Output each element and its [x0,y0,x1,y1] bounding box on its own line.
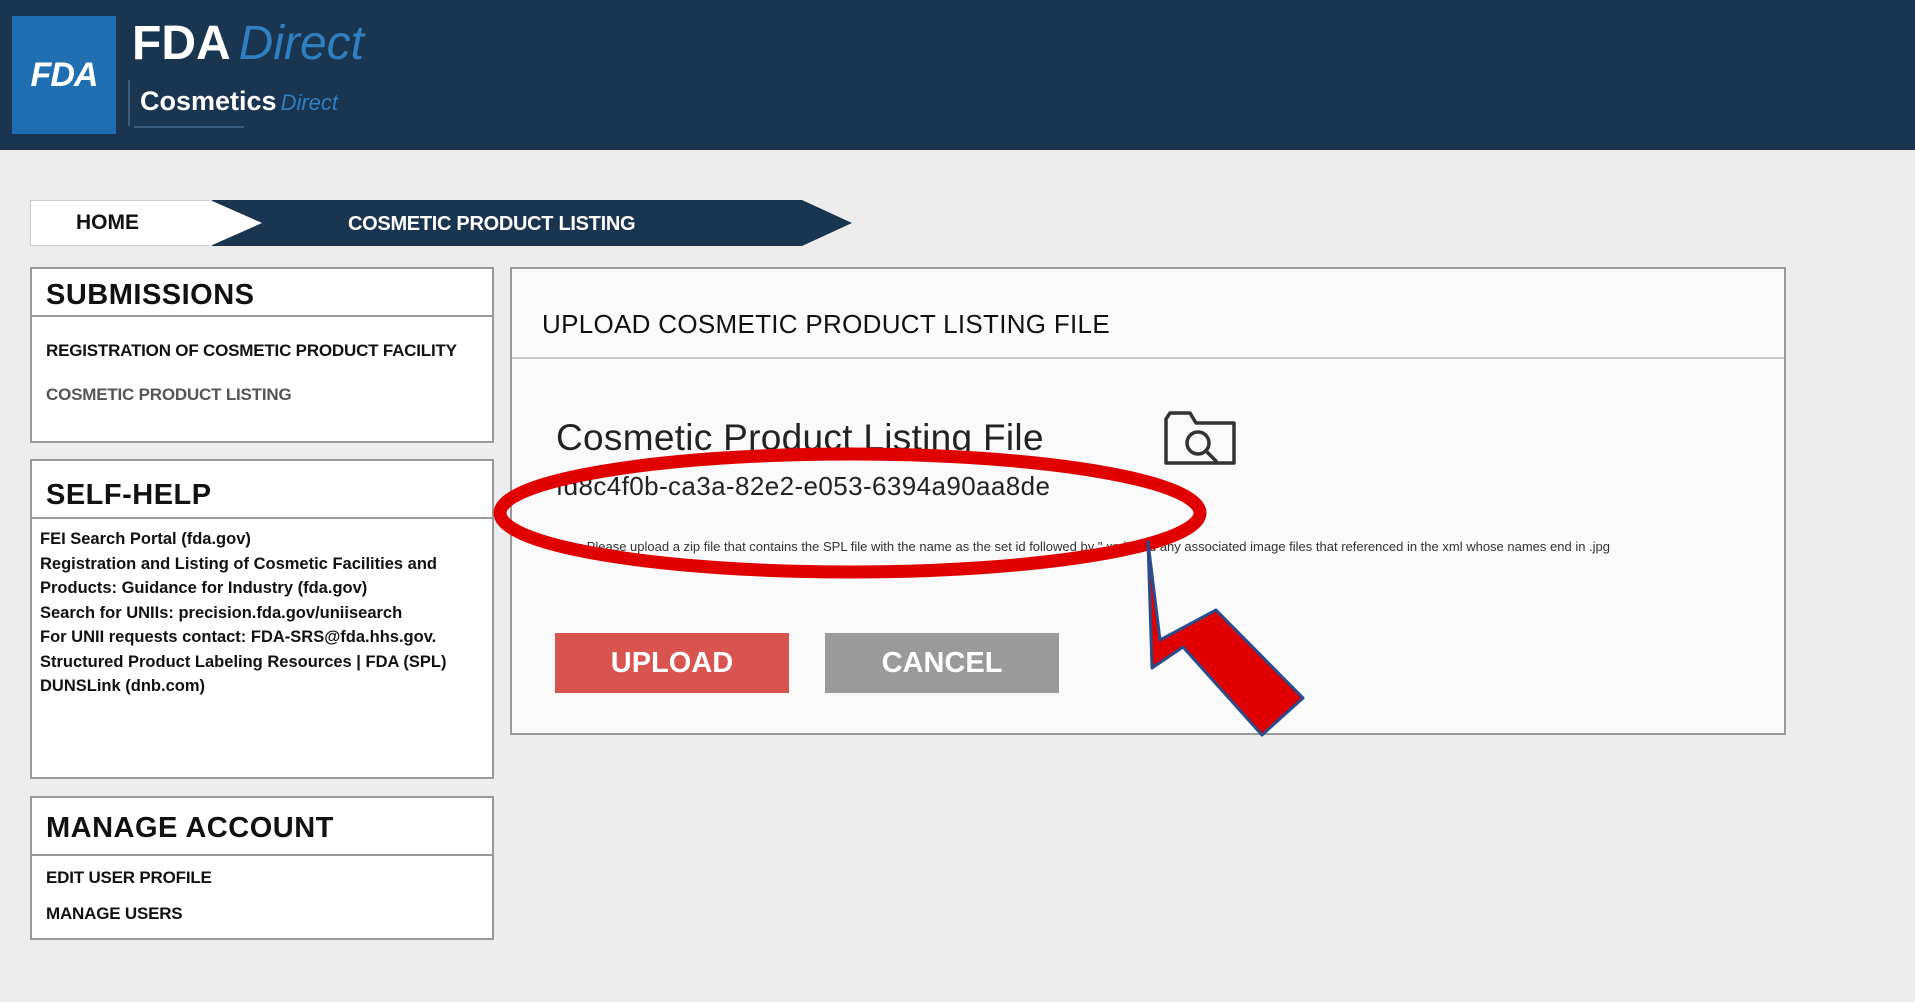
panel-divider [32,854,492,856]
card-title: UPLOAD COSMETIC PRODUCT LISTING FILE [542,309,1110,339]
sidebar-item-product-listing[interactable]: COSMETIC PRODUCT LISTING [32,385,492,405]
submissions-title: SUBMISSIONS [46,279,255,311]
file-field-label: Cosmetic Product Listing File [556,417,1044,458]
self-help-link-spl[interactable]: Structured Product Labeling Resources | … [40,650,484,675]
card-divider [512,357,1784,359]
self-help-link-dunslink[interactable]: DUNSLink (dnb.com) [40,674,484,699]
self-help-link-guidance[interactable]: Registration and Listing of Cosmetic Fac… [40,552,484,601]
app-header: FDA FDA Direct Cosmetics Direct [0,0,1915,150]
breadcrumb-home[interactable]: HOME [30,200,212,246]
breadcrumb-current-label: COSMETIC PRODUCT LISTING [348,213,636,235]
brand-subtitle: Cosmetics Direct [140,86,338,117]
manage-account-panel: MANAGE ACCOUNT EDIT USER PROFILE MANAGE … [30,796,494,940]
brand-title-text: FDA [132,17,231,70]
self-help-link-fei[interactable]: FEI Search Portal (fda.gov) [40,527,484,552]
self-help-panel: SELF-HELP FEI Search Portal (fda.gov) Re… [30,459,494,779]
manage-account-title: MANAGE ACCOUNT [46,812,334,844]
brand-divider [128,80,130,126]
upload-card: UPLOAD COSMETIC PRODUCT LISTING FILE Cos… [510,267,1786,735]
upload-button[interactable]: UPLOAD [555,633,789,693]
brand-title-accent: Direct [238,17,364,70]
upload-note: Note: Please upload a zip file that cont… [552,539,1611,554]
brand-sub-text: Cosmetics [140,86,277,116]
fda-logo: FDA [12,16,116,134]
panel-divider [32,315,492,317]
breadcrumb-separator-arrow [210,200,262,246]
folder-search-icon[interactable] [1162,407,1238,469]
selected-file-name: fd8c4f0b-ca3a-82e2-e053-6394a90aa8de [556,471,1051,501]
brand-title: FDA Direct [132,20,364,68]
self-help-list: FEI Search Portal (fda.gov) Registration… [32,519,492,699]
brand-underline [134,126,244,128]
breadcrumb-current: COSMETIC PRODUCT LISTING [210,200,802,246]
cancel-button[interactable]: CANCEL [825,633,1059,693]
sidebar-item-edit-profile[interactable]: EDIT USER PROFILE [32,868,492,888]
submissions-panel: SUBMISSIONS REGISTRATION OF COSMETIC PRO… [30,267,494,443]
brand-sub-accent: Direct [280,90,339,115]
self-help-link-unii-search[interactable]: Search for UNIIs: precision.fda.gov/unii… [40,601,484,626]
self-help-link-unii-contact[interactable]: For UNII requests contact: FDA-SRS@fda.h… [40,625,484,650]
self-help-title: SELF-HELP [46,479,212,511]
breadcrumb-end-arrow [802,200,852,246]
sidebar-item-manage-users[interactable]: MANAGE USERS [32,904,492,924]
sidebar-item-registration[interactable]: REGISTRATION OF COSMETIC PRODUCT FACILIT… [32,341,492,361]
